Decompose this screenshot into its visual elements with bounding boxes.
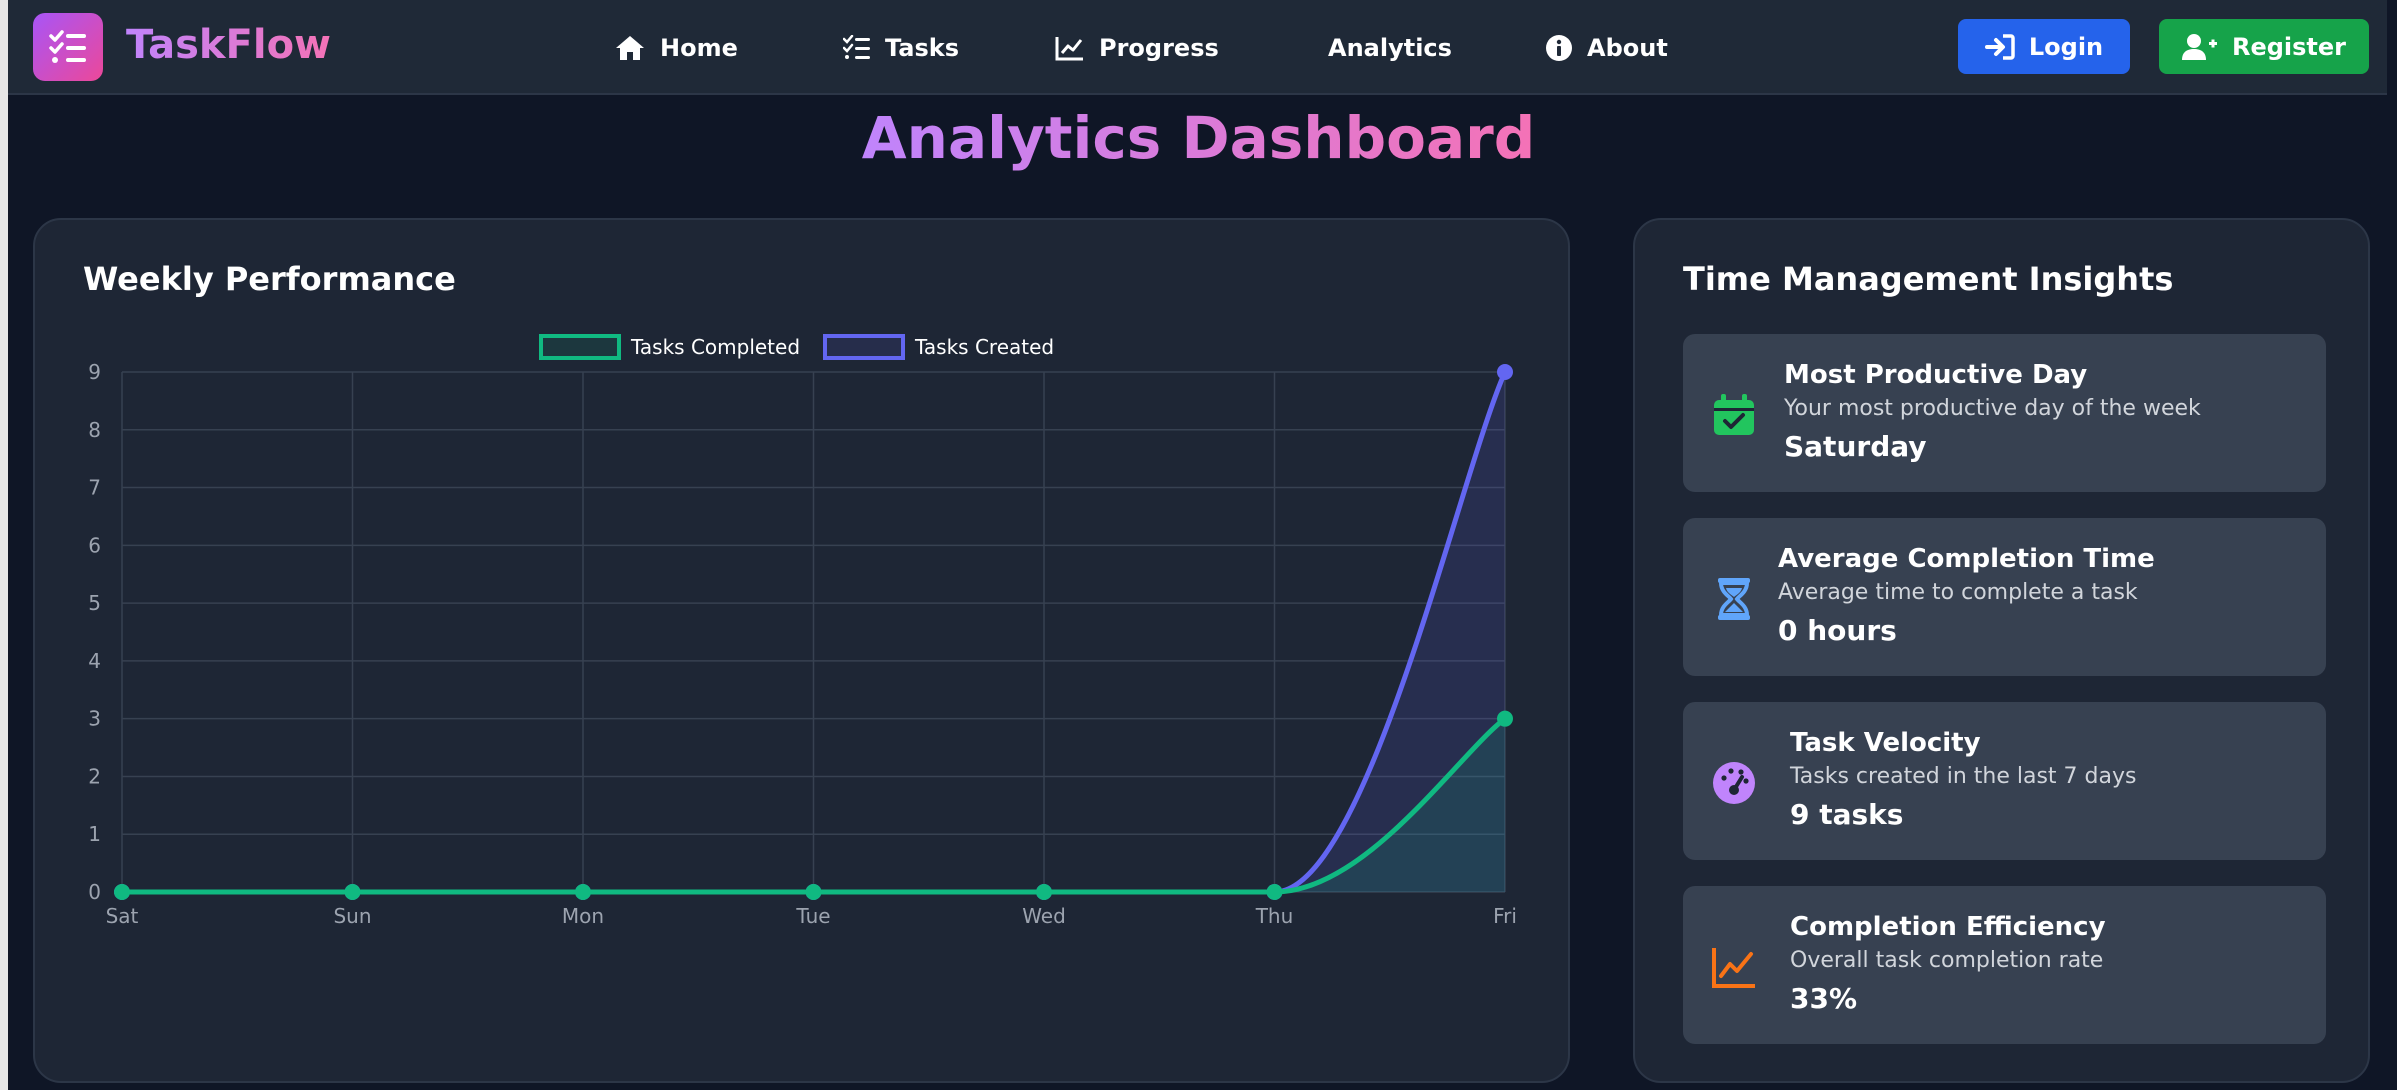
insight-subtitle: Your most productive day of the week xyxy=(1784,396,2201,421)
register-label: Register xyxy=(2231,32,2347,61)
insight-task-velocity: Task Velocity Tasks created in the last … xyxy=(1683,702,2326,860)
insight-average-completion-time: Average Completion Time Average time to … xyxy=(1683,518,2326,676)
home-icon xyxy=(616,36,644,60)
logo[interactable] xyxy=(33,13,103,81)
y-tick-label: 3 xyxy=(88,707,101,731)
legend-swatch xyxy=(823,334,905,360)
data-point xyxy=(1266,884,1283,900)
insight-subtitle: Overall task completion rate xyxy=(1790,948,2104,973)
insight-completion-efficiency: Completion Efficiency Overall task compl… xyxy=(1683,886,2326,1044)
nav-analytics[interactable]: Analytics xyxy=(1328,30,1452,66)
x-tick-label: Sat xyxy=(106,904,139,928)
insight-subtitle: Average time to complete a task xyxy=(1778,580,2138,605)
x-tick-label: Mon xyxy=(562,904,604,928)
nav-progress[interactable]: Progress xyxy=(1055,30,1219,66)
legend-label: Tasks Completed xyxy=(630,335,800,359)
x-tick-label: Sun xyxy=(333,904,371,928)
y-tick-label: 0 xyxy=(88,880,101,904)
y-tick-label: 4 xyxy=(88,649,101,673)
nav-analytics-label: Analytics xyxy=(1328,34,1452,62)
data-point xyxy=(344,884,361,900)
nav-about[interactable]: About xyxy=(1545,30,1668,66)
list-check-icon xyxy=(49,30,86,63)
time-management-title: Time Management Insights xyxy=(1683,260,2174,298)
insight-value: 9 tasks xyxy=(1790,798,1904,831)
y-tick-label: 2 xyxy=(88,764,101,788)
y-tick-label: 6 xyxy=(88,533,101,557)
insight-title: Task Velocity xyxy=(1790,728,1981,758)
data-point xyxy=(805,884,822,900)
legend-swatch xyxy=(539,334,621,360)
insight-value: 33% xyxy=(1790,982,1858,1015)
insight-title: Most Productive Day xyxy=(1784,360,2088,390)
weekly-performance-chart: 0 1 2 3 4 5 6 7 8 9 Sat Sun Mon Tue Wed Thu Fri Tasks Com… xyxy=(88,334,1517,928)
page-title-text: Analytics Dashboard xyxy=(861,104,1536,172)
navbar: TaskFlow Home Tasks Progress Analytics A… xyxy=(8,0,2387,95)
progress-icon xyxy=(1055,37,1083,61)
data-point xyxy=(1497,710,1513,727)
x-tick-label: Wed xyxy=(1022,904,1066,928)
login-button[interactable]: Login xyxy=(1958,19,2130,74)
y-tick-label: 1 xyxy=(88,822,101,846)
register-button[interactable]: Register xyxy=(2159,19,2369,74)
nav-tasks[interactable]: Tasks xyxy=(843,30,959,66)
chart-line-icon xyxy=(1712,948,1755,988)
nav-home[interactable]: Home xyxy=(614,30,738,66)
nav-tasks-label: Tasks xyxy=(885,34,960,62)
x-tick-label: Tue xyxy=(795,904,830,928)
legend-label: Tasks Created xyxy=(914,335,1054,359)
y-tick-label: 9 xyxy=(88,360,101,384)
weekly-performance-card: Weekly Performance 0 1 2 3 4 5 6 7 8 9 Sat Sun Mon Tu… xyxy=(33,218,1570,1083)
info-icon xyxy=(1546,35,1572,61)
data-point xyxy=(1036,884,1052,900)
insight-value: Saturday xyxy=(1784,430,1927,463)
data-point xyxy=(575,884,591,900)
nav-about-label: About xyxy=(1587,34,1668,62)
data-point xyxy=(1497,364,1513,380)
insight-most-productive-day: Most Productive Day Your most productive… xyxy=(1683,334,2326,492)
insight-title: Completion Efficiency xyxy=(1790,912,2106,942)
nav-progress-label: Progress xyxy=(1099,34,1219,62)
page-title: Analytics Dashboard xyxy=(0,104,2397,172)
sign-in-icon xyxy=(1984,33,2015,60)
x-tick-label: Fri xyxy=(1493,904,1517,928)
gauge-icon xyxy=(1713,762,1755,804)
x-tick-label: Thu xyxy=(1255,904,1294,928)
hourglass-icon xyxy=(1718,578,1750,620)
insight-value: 0 hours xyxy=(1778,614,1897,647)
nav-home-label: Home xyxy=(660,34,738,62)
y-tick-label: 5 xyxy=(88,591,101,615)
calendar-check-icon xyxy=(1714,394,1754,435)
y-tick-label: 8 xyxy=(88,418,101,442)
time-management-card: Time Management Insights Most Productive… xyxy=(1633,218,2370,1083)
user-plus-icon xyxy=(2181,33,2217,60)
tasks-icon xyxy=(843,35,870,59)
insight-title: Average Completion Time xyxy=(1778,544,2155,574)
brand-name[interactable]: TaskFlow xyxy=(126,22,331,68)
login-label: Login xyxy=(2028,32,2104,61)
data-point xyxy=(114,884,130,900)
y-tick-label: 7 xyxy=(88,476,101,500)
insight-subtitle: Tasks created in the last 7 days xyxy=(1790,764,2137,789)
